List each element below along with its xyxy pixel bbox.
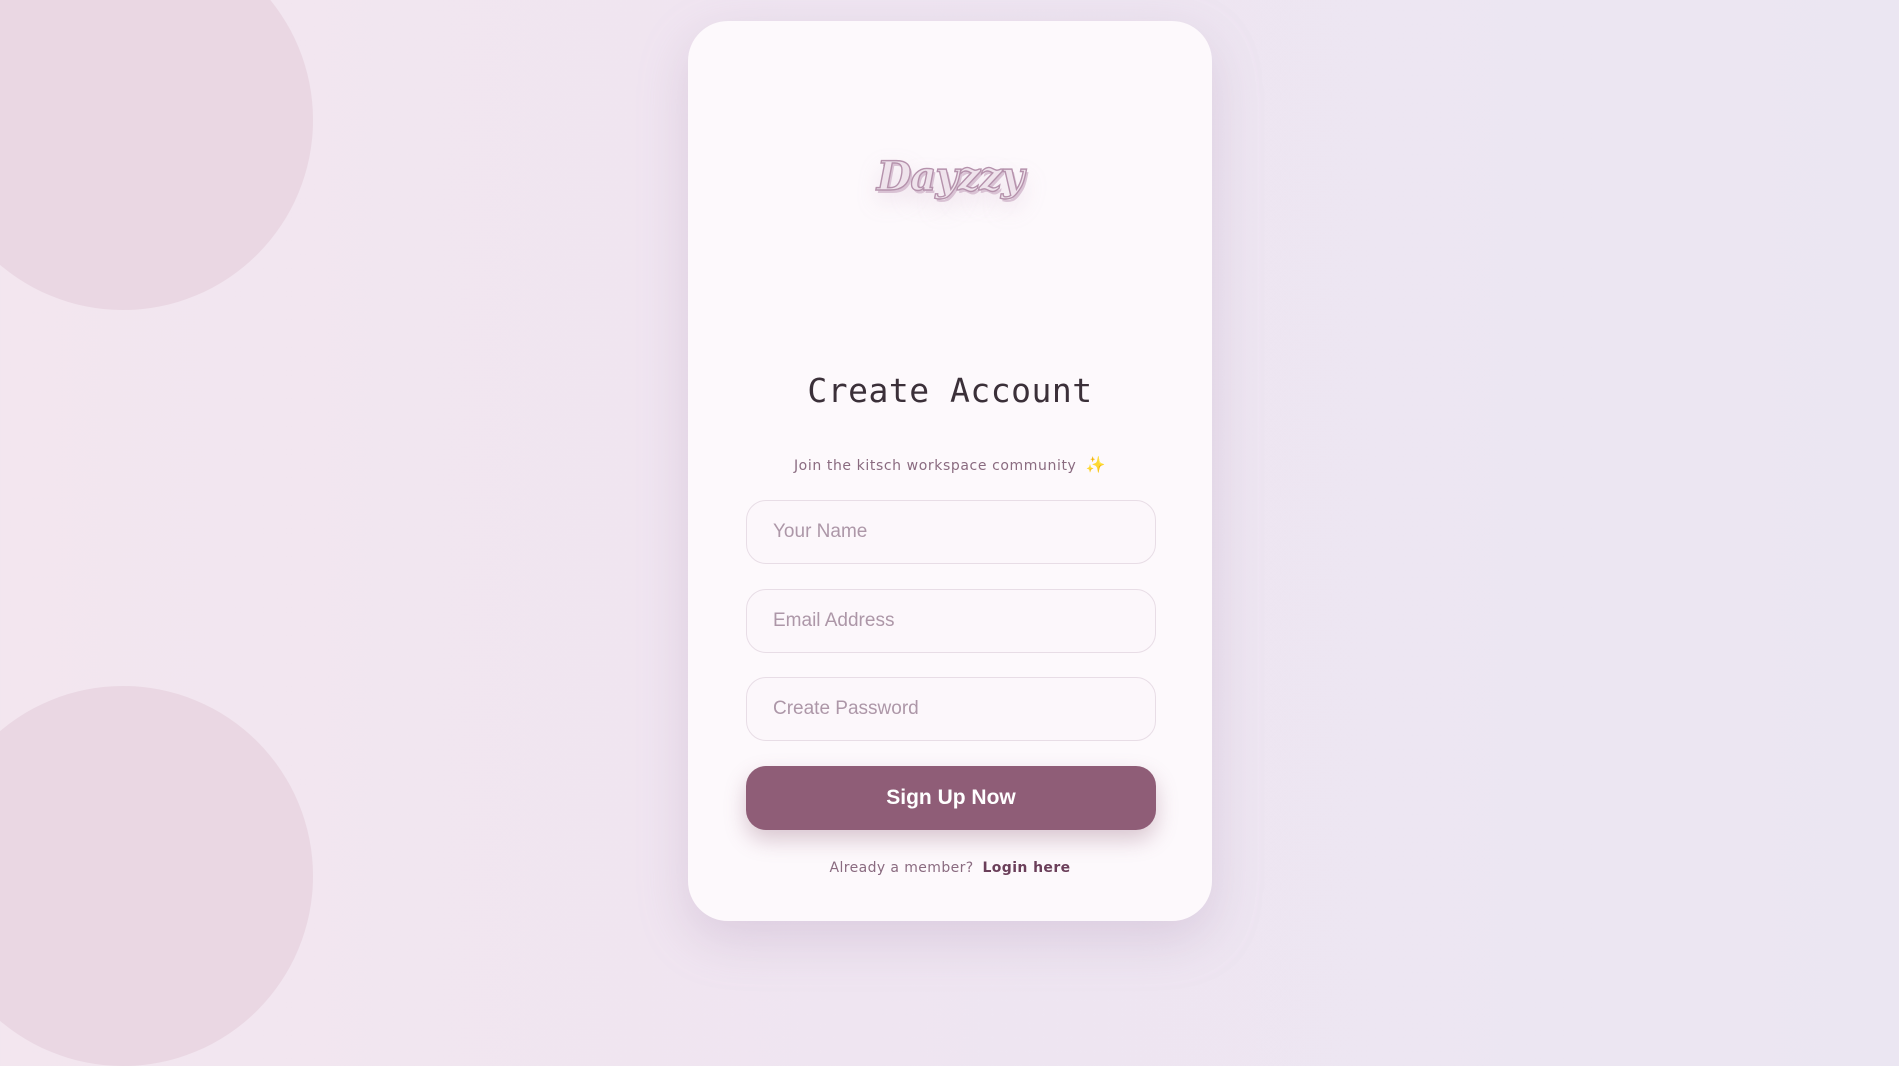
name-input[interactable] [746, 500, 1156, 564]
signup-card: Dayzzy Create Account Join the kitsch wo… [688, 21, 1212, 921]
brand-logo: Dayzzy [876, 152, 1025, 200]
login-prompt: Already a member? Login here [688, 860, 1212, 876]
page-title: Create Account [807, 371, 1093, 410]
decorative-circle-bottom [0, 686, 313, 1066]
sign-up-button[interactable]: Sign Up Now [746, 766, 1156, 830]
login-link[interactable]: Login here [982, 860, 1070, 876]
login-prompt-text: Already a member? [829, 860, 974, 876]
password-input[interactable] [746, 677, 1156, 741]
email-input[interactable] [746, 589, 1156, 653]
decorative-circle-top [0, 0, 313, 310]
subtitle-text: Join the kitsch workspace community [793, 458, 1077, 474]
sparkle-icon: ✨ [1085, 455, 1107, 474]
page-subtitle: Join the kitsch workspace community ✨ [688, 455, 1212, 474]
